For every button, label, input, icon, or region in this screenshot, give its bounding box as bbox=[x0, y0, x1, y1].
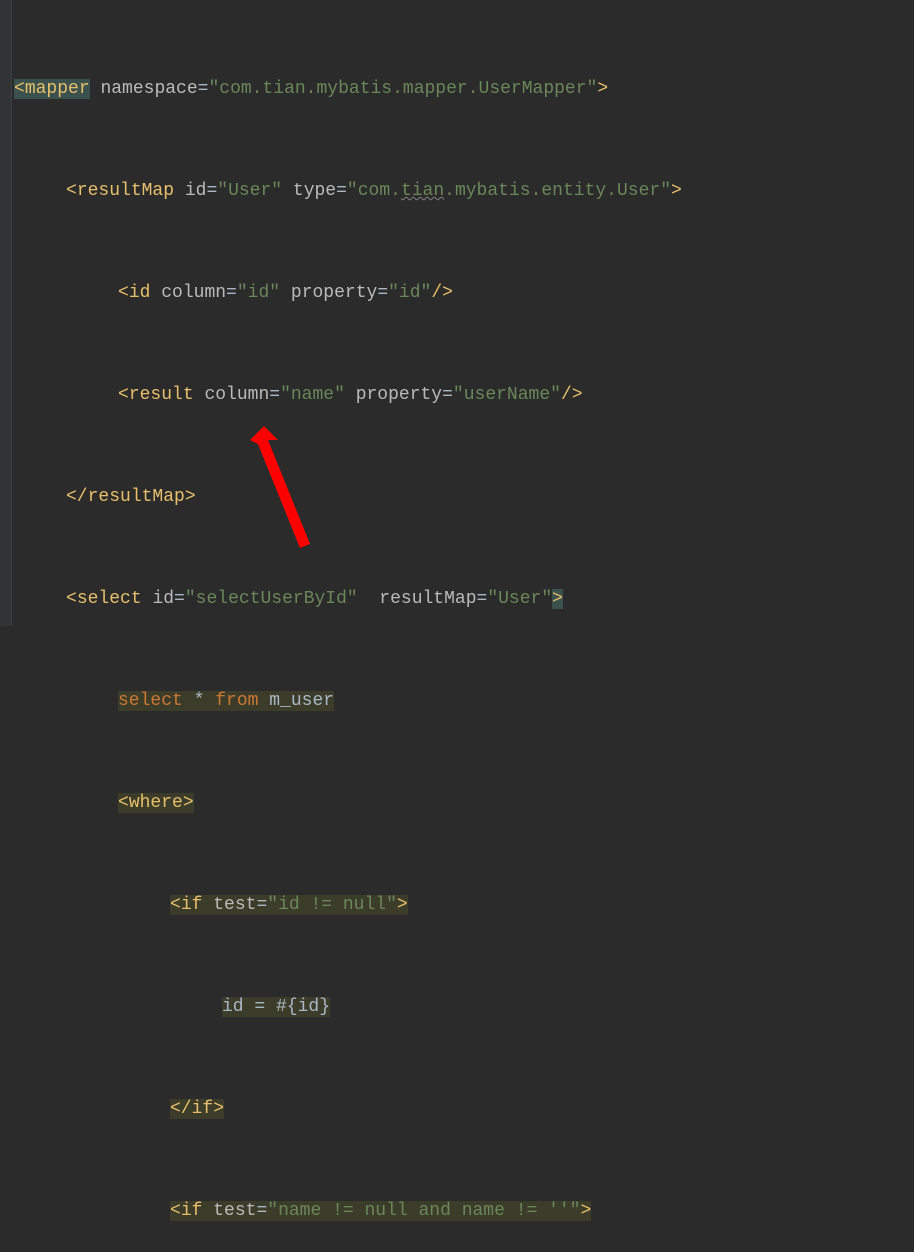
code-line[interactable]: select * from m_user bbox=[14, 684, 914, 718]
code-line[interactable]: id = #{id} bbox=[14, 990, 914, 1024]
code-line[interactable]: <if test="id != null"> bbox=[14, 888, 914, 922]
attr-val: "com.tian.mybatis.mapper.UserMapper" bbox=[208, 79, 597, 99]
code-line[interactable]: </resultMap> bbox=[14, 480, 914, 514]
sql-condition: id = #{id} bbox=[222, 997, 330, 1017]
code-line[interactable]: <id column="id" property="id"/> bbox=[14, 276, 914, 310]
code-line[interactable]: <result column="name" property="userName… bbox=[14, 378, 914, 412]
code-line[interactable]: <if test="name != null and name != ''"> bbox=[14, 1194, 914, 1228]
tag-where: where bbox=[129, 793, 183, 813]
tag-mapper: mapper bbox=[25, 79, 90, 99]
sql-select: select bbox=[118, 691, 183, 711]
code-line[interactable]: <mapper namespace="com.tian.mybatis.mapp… bbox=[14, 72, 914, 106]
typo-mark: tian bbox=[401, 181, 444, 201]
tag-resultmap: resultMap bbox=[77, 181, 174, 201]
tag-resultmap-close: resultMap bbox=[88, 487, 185, 507]
tag-id: id bbox=[129, 283, 151, 303]
attr-namespace: namespace bbox=[100, 79, 197, 99]
tag-if: if bbox=[181, 895, 203, 915]
tag-open-bracket: < bbox=[14, 79, 25, 99]
code-line[interactable]: <select id="selectUserById" resultMap="U… bbox=[14, 582, 914, 616]
code-line[interactable]: </if> bbox=[14, 1092, 914, 1126]
tag-result: result bbox=[129, 385, 194, 405]
code-editor[interactable]: <mapper namespace="com.tian.mybatis.mapp… bbox=[0, 0, 914, 1252]
sql-from: from bbox=[215, 691, 258, 711]
sql-table: m_user bbox=[258, 691, 334, 711]
tag-if-close: if bbox=[192, 1099, 214, 1119]
tag-select: select bbox=[77, 589, 142, 609]
code-line[interactable]: <resultMap id="User" type="com.tian.myba… bbox=[14, 174, 914, 208]
code-line[interactable]: <where> bbox=[14, 786, 914, 820]
tag-if: if bbox=[181, 1201, 203, 1221]
